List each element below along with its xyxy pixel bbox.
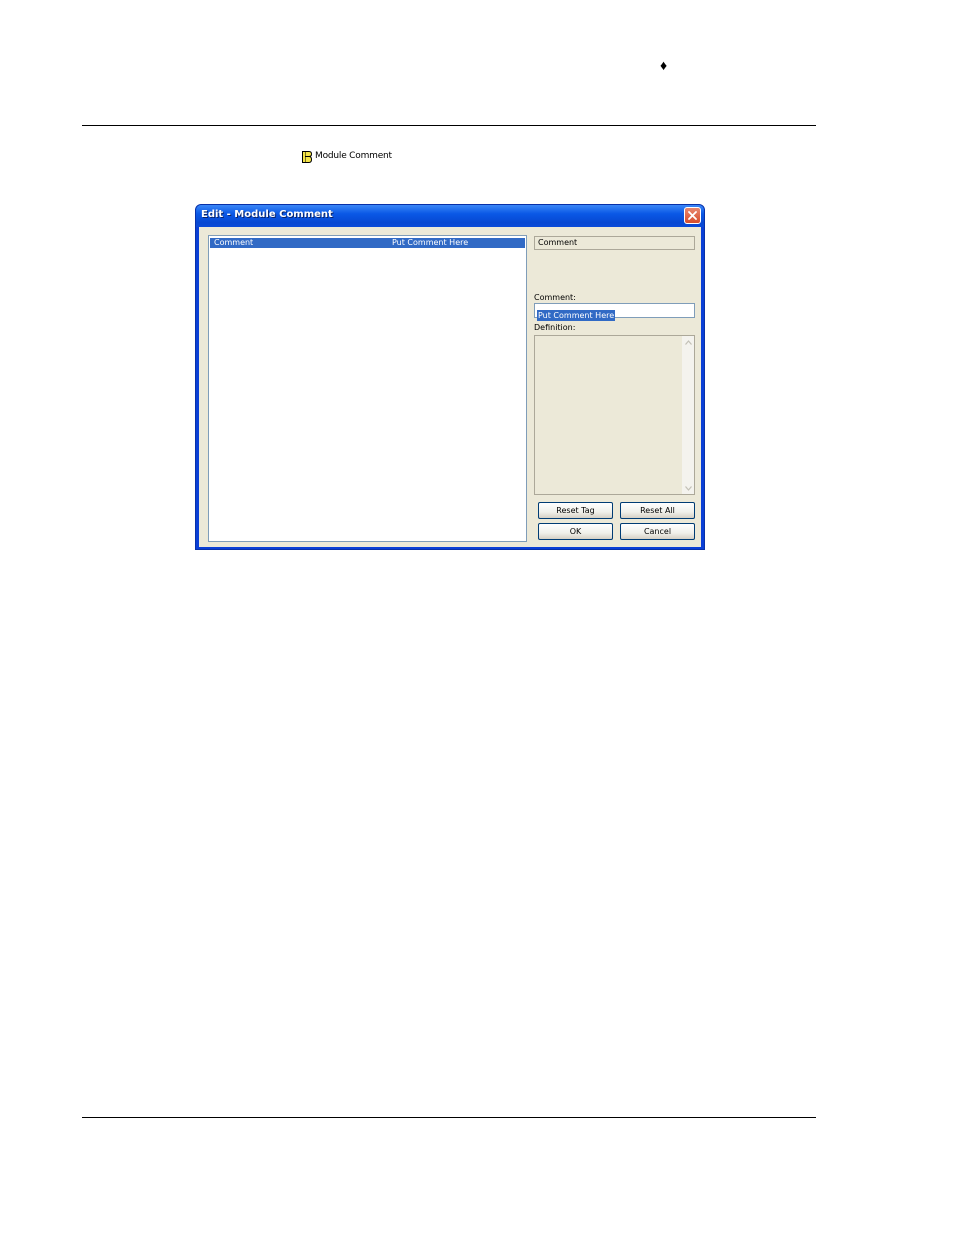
footer-rule xyxy=(82,1117,816,1118)
definition-label: Definition: xyxy=(534,323,576,332)
chevron-up-icon xyxy=(684,339,692,345)
reset-tag-button[interactable]: Reset Tag xyxy=(538,502,613,519)
dialog-client-area: Comment Put Comment Here Comment Comment… xyxy=(199,227,701,547)
chevron-down-icon xyxy=(684,485,692,491)
module-comment-icon xyxy=(302,150,313,163)
close-icon xyxy=(688,211,697,220)
comment-input[interactable]: Put Comment Here xyxy=(534,303,695,321)
tag-name-field: Comment xyxy=(534,236,695,250)
scroll-up-button[interactable] xyxy=(682,336,694,348)
module-comment-menu-entry: Module Comment xyxy=(302,149,392,163)
ok-button[interactable]: OK xyxy=(538,523,613,540)
list-item-value: Put Comment Here xyxy=(392,238,469,247)
dialog-title: Edit - Module Comment xyxy=(201,209,333,220)
header-rule xyxy=(82,125,816,126)
close-button[interactable] xyxy=(684,207,701,224)
list-item-name: Comment xyxy=(214,238,254,247)
list-item-comment[interactable]: Comment Put Comment Here xyxy=(210,238,525,248)
comment-input-selected-text: Put Comment Here xyxy=(537,310,616,321)
header-diamond-glyph: ♦ xyxy=(660,57,668,73)
module-comment-label: Module Comment xyxy=(315,151,392,161)
edit-module-comment-dialog: Edit - Module Comment Comment Put Commen… xyxy=(195,204,705,550)
reset-all-button[interactable]: Reset All xyxy=(620,502,695,519)
comment-label: Comment: xyxy=(534,293,576,302)
comment-list[interactable]: Comment Put Comment Here xyxy=(208,235,527,542)
definition-scrollbar[interactable] xyxy=(682,336,694,494)
dialog-title-bar[interactable]: Edit - Module Comment xyxy=(196,205,704,227)
scroll-down-button[interactable] xyxy=(682,482,694,494)
definition-textarea[interactable] xyxy=(534,335,695,495)
cancel-button[interactable]: Cancel xyxy=(620,523,695,540)
